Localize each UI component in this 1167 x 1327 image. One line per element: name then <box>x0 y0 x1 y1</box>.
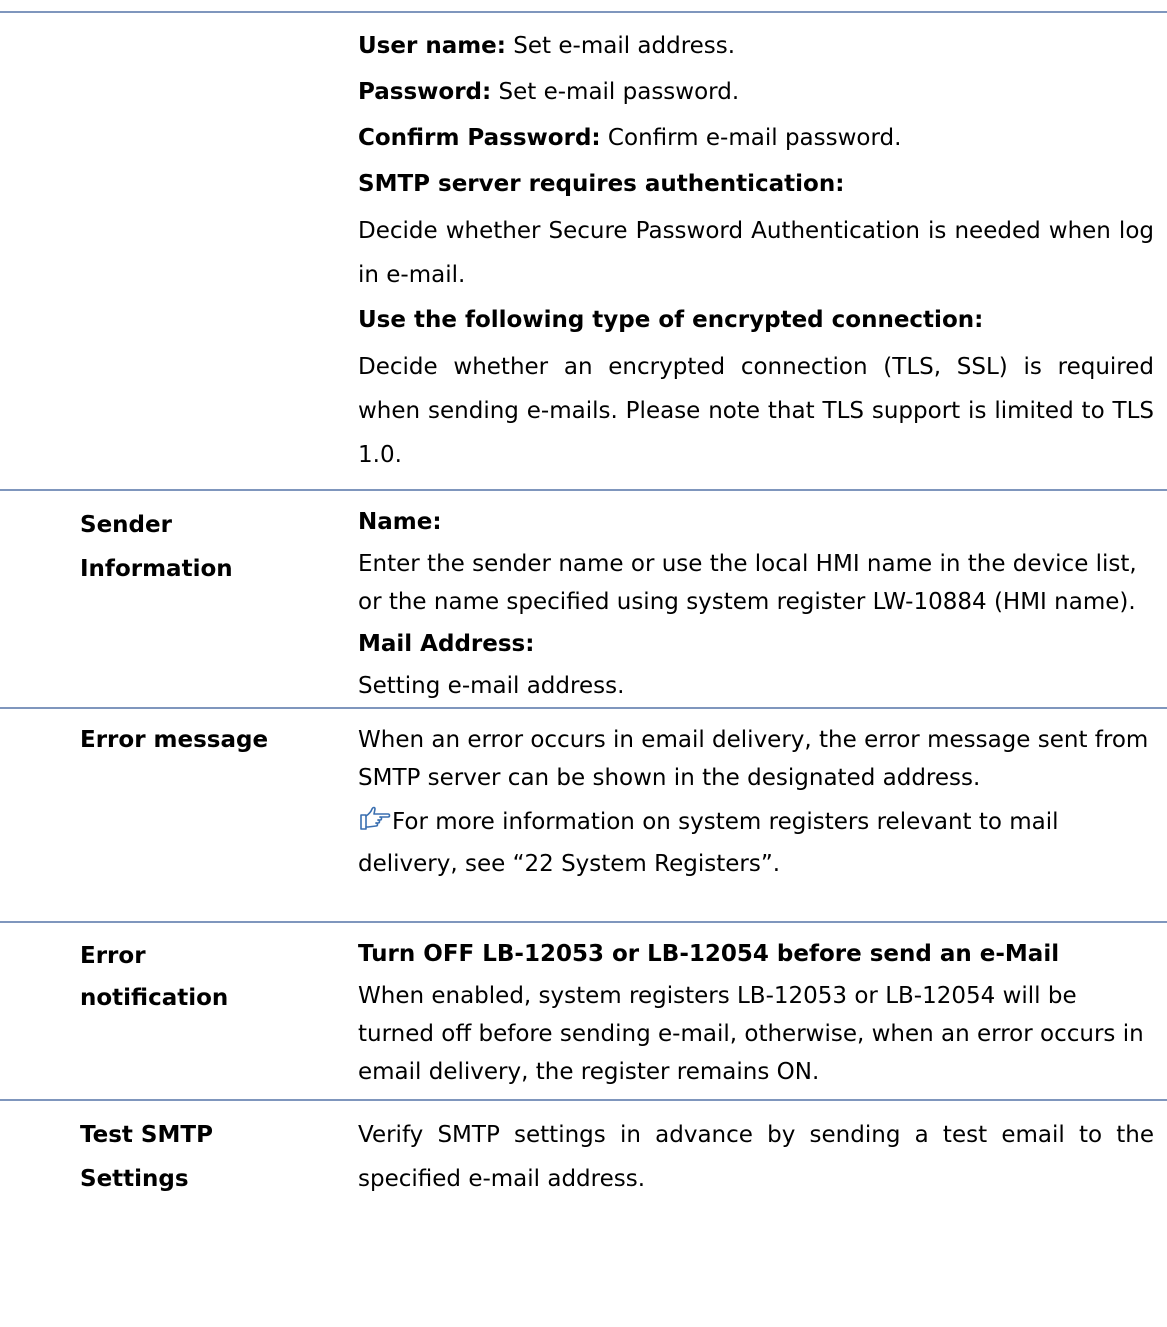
row-description: Turn OFF LB-12053 or LB-12054 before sen… <box>358 923 1154 1099</box>
error-notification-heading: Turn OFF LB-12053 or LB-12054 before sen… <box>358 941 1060 967</box>
table-row-error-message: Error message When an error occurs in em… <box>0 709 1167 923</box>
user-name-label: User name: <box>358 33 506 59</box>
row-label: Test SMTP Settings <box>0 1101 358 1241</box>
encryption-text: Decide whether an encrypted connection (… <box>358 354 1154 468</box>
row-description: Verify SMTP settings in advance by sendi… <box>358 1101 1154 1241</box>
password-line: Password: Set e-mail password. <box>358 73 1154 111</box>
pointing-hand-icon <box>360 806 391 830</box>
encryption-heading: Use the following type of encrypted conn… <box>358 307 984 333</box>
mail-address-heading: Mail Address: <box>358 631 535 657</box>
error-notification-text: When enabled, system registers LB-12053 … <box>358 983 1144 1085</box>
password-text: Set e-mail password. <box>491 79 740 105</box>
row-label <box>0 13 358 489</box>
note-text: For more information on system registers… <box>358 809 1059 877</box>
confirm-password-label: Confirm Password: <box>358 125 601 151</box>
row-label: Sender Information <box>0 491 358 707</box>
row-label-line: Test SMTP <box>80 1122 213 1148</box>
row-description: Name: Enter the sender name or use the l… <box>358 491 1154 707</box>
user-name-line: User name: Set e-mail address. <box>358 27 1154 65</box>
row-label-line: Error <box>80 943 146 969</box>
table-row-test-smtp-settings: Test SMTP Settings Verify SMTP settings … <box>0 1101 1167 1241</box>
mail-address-text: Setting e-mail address. <box>358 673 625 699</box>
smtp-auth-heading: SMTP server requires authentication: <box>358 171 845 197</box>
note-paragraph: For more information on system registers… <box>358 801 1154 885</box>
test-smtp-text: Verify SMTP settings in advance by sendi… <box>358 1122 1154 1192</box>
password-label: Password: <box>358 79 492 105</box>
confirm-password-text: Confirm e-mail password. <box>600 125 902 151</box>
row-label-line: Information <box>80 556 233 582</box>
row-label-line: Settings <box>80 1166 189 1192</box>
row-label: Error notification <box>0 923 358 1099</box>
user-name-text: Set e-mail address. <box>505 33 736 59</box>
row-label: Error message <box>0 709 358 921</box>
confirm-password-line: Confirm Password: Confirm e-mail passwor… <box>358 119 1154 157</box>
row-label-line: notification <box>80 985 229 1011</box>
table-row-error-notification: Error notification Turn OFF LB-12053 or … <box>0 923 1167 1101</box>
settings-table: User name: Set e-mail address. Password:… <box>0 11 1167 1241</box>
name-text: Enter the sender name or use the local H… <box>358 551 1137 615</box>
table-row-account: User name: Set e-mail address. Password:… <box>0 13 1167 491</box>
row-description: User name: Set e-mail address. Password:… <box>358 13 1154 489</box>
error-message-text: When an error occurs in email delivery, … <box>358 727 1149 791</box>
row-description: When an error occurs in email delivery, … <box>358 709 1154 921</box>
smtp-auth-text: Decide whether Secure Password Authentic… <box>358 218 1154 288</box>
row-label-line: Sender <box>80 512 172 538</box>
table-row-sender-information: Sender Information Name: Enter the sende… <box>0 491 1167 709</box>
name-heading: Name: <box>358 509 442 535</box>
row-label-line: Error message <box>80 727 269 753</box>
